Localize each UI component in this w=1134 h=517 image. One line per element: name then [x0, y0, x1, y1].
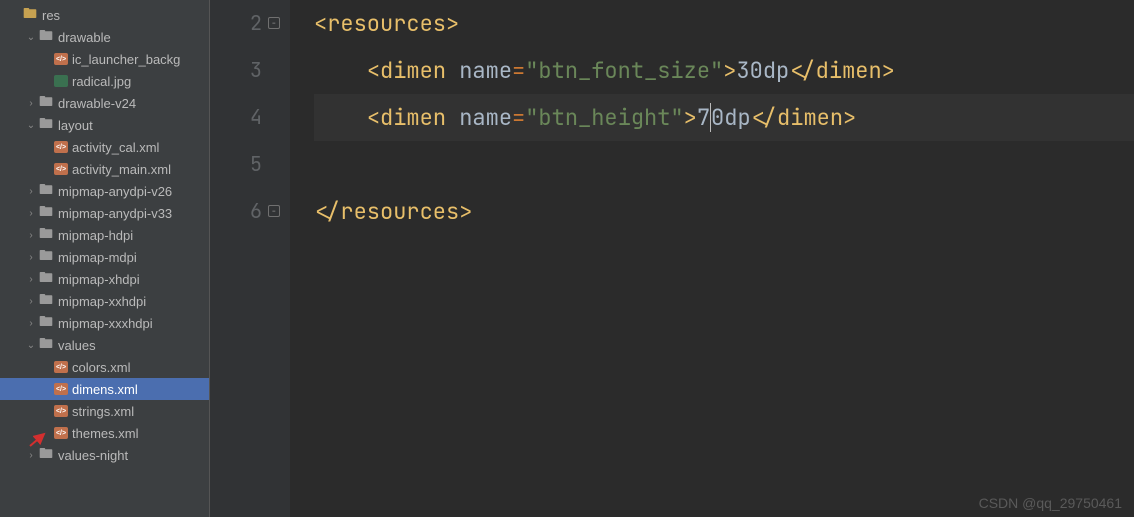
- tree-item-label: mipmap-xxxhdpi: [58, 316, 153, 331]
- watermark-text: CSDN @qq_29750461: [979, 495, 1122, 511]
- expand-arrow-icon[interactable]: [24, 186, 38, 197]
- tree-item-label: colors.xml: [72, 360, 131, 375]
- folder-icon: [38, 29, 54, 45]
- code-area[interactable]: <resources> <dimen name="btn_font_size">…: [290, 0, 1134, 517]
- tree-item-mipmap-anydpi-v33[interactable]: mipmap-anydpi-v33: [0, 202, 209, 224]
- line-gutter: 2− 3 4 5 6−: [210, 0, 290, 517]
- tree-item-label: strings.xml: [72, 404, 134, 419]
- xml-icon: [54, 163, 68, 175]
- tree-item-label: mipmap-anydpi-v33: [58, 206, 172, 221]
- code-line: <dimen name="btn_font_size">30dp</dimen>: [314, 47, 1134, 94]
- xml-icon: [54, 427, 68, 439]
- tree-item-label: dimens.xml: [72, 382, 138, 397]
- expand-arrow-icon[interactable]: [24, 340, 38, 351]
- tree-item-label: radical.jpg: [72, 74, 131, 89]
- folder-icon: [38, 315, 54, 331]
- tree-item-mipmap-mdpi[interactable]: mipmap-mdpi: [0, 246, 209, 268]
- fold-marker-icon[interactable]: −: [268, 205, 280, 217]
- folder-icon: [38, 293, 54, 309]
- tree-item-mipmap-hdpi[interactable]: mipmap-hdpi: [0, 224, 209, 246]
- tree-item-activity-main-xml[interactable]: activity_main.xml: [0, 158, 209, 180]
- code-line-active: <dimen name="btn_height">70dp</dimen>: [314, 94, 1134, 141]
- folder-icon: [38, 183, 54, 199]
- tree-item-label: themes.xml: [72, 426, 138, 441]
- res-icon: [22, 7, 38, 23]
- expand-arrow-icon[interactable]: [24, 98, 38, 109]
- code-line: [314, 141, 1134, 188]
- tree-item-mipmap-xhdpi[interactable]: mipmap-xhdpi: [0, 268, 209, 290]
- folder-icon: [38, 227, 54, 243]
- expand-arrow-icon[interactable]: [24, 120, 38, 131]
- tree-item-dimens-xml[interactable]: dimens.xml: [0, 378, 209, 400]
- tree-item-radical-jpg[interactable]: radical.jpg: [0, 70, 209, 92]
- tree-item-colors-xml[interactable]: colors.xml: [0, 356, 209, 378]
- xml-icon: [54, 53, 68, 65]
- tree-item-label: activity_cal.xml: [72, 140, 159, 155]
- tree-item-mipmap-xxhdpi[interactable]: mipmap-xxhdpi: [0, 290, 209, 312]
- tree-item-label: mipmap-mdpi: [58, 250, 137, 265]
- tree-item-layout[interactable]: layout: [0, 114, 209, 136]
- expand-arrow-icon[interactable]: [24, 230, 38, 241]
- tree-item-label: ic_launcher_backg: [72, 52, 180, 67]
- expand-arrow-icon[interactable]: [24, 208, 38, 219]
- tree-item-mipmap-anydpi-v26[interactable]: mipmap-anydpi-v26: [0, 180, 209, 202]
- xml-icon: [54, 383, 68, 395]
- expand-arrow-icon[interactable]: [24, 318, 38, 329]
- folder-icon: [38, 447, 54, 463]
- expand-arrow-icon[interactable]: [24, 296, 38, 307]
- tree-item-label: values: [58, 338, 96, 353]
- tree-item-ic-launcher-backg[interactable]: ic_launcher_backg: [0, 48, 209, 70]
- tree-item-themes-xml[interactable]: themes.xml: [0, 422, 209, 444]
- tree-item-values-night[interactable]: values-night: [0, 444, 209, 466]
- tree-item-strings-xml[interactable]: strings.xml: [0, 400, 209, 422]
- tree-item-label: mipmap-hdpi: [58, 228, 133, 243]
- tree-item-label: mipmap-xhdpi: [58, 272, 140, 287]
- tree-item-label: mipmap-anydpi-v26: [58, 184, 172, 199]
- tree-item-drawable[interactable]: drawable: [0, 26, 209, 48]
- img-icon: [54, 75, 68, 87]
- expand-arrow-icon[interactable]: [24, 252, 38, 263]
- fold-marker-icon[interactable]: −: [268, 17, 280, 29]
- folder-icon: [38, 95, 54, 111]
- tree-item-label: mipmap-xxhdpi: [58, 294, 146, 309]
- tree-item-mipmap-xxxhdpi[interactable]: mipmap-xxxhdpi: [0, 312, 209, 334]
- tree-item-activity-cal-xml[interactable]: activity_cal.xml: [0, 136, 209, 158]
- tree-item-label: layout: [58, 118, 93, 133]
- tree-item-drawable-v24[interactable]: drawable-v24: [0, 92, 209, 114]
- tree-item-label: res: [42, 8, 60, 23]
- code-line: </resources>: [314, 188, 1134, 235]
- tree-item-values[interactable]: values: [0, 334, 209, 356]
- folder-icon: [38, 249, 54, 265]
- tree-item-label: values-night: [58, 448, 128, 463]
- expand-arrow-icon[interactable]: [24, 450, 38, 461]
- code-editor[interactable]: 2− 3 4 5 6− <resources> <dimen name="btn…: [210, 0, 1134, 517]
- folder-icon: [38, 337, 54, 353]
- expand-arrow-icon[interactable]: [24, 274, 38, 285]
- xml-icon: [54, 405, 68, 417]
- folder-icon: [38, 117, 54, 133]
- tree-item-label: drawable: [58, 30, 111, 45]
- tree-item-label: activity_main.xml: [72, 162, 171, 177]
- folder-icon: [38, 205, 54, 221]
- xml-icon: [54, 361, 68, 373]
- project-tree-sidebar[interactable]: res drawable ic_launcher_backg radical.jpg d…: [0, 0, 210, 517]
- folder-icon: [38, 271, 54, 287]
- tree-item-label: drawable-v24: [58, 96, 136, 111]
- code-line: <resources>: [314, 0, 1134, 47]
- expand-arrow-icon[interactable]: [24, 32, 38, 43]
- xml-icon: [54, 141, 68, 153]
- tree-item-res[interactable]: res: [0, 4, 209, 26]
